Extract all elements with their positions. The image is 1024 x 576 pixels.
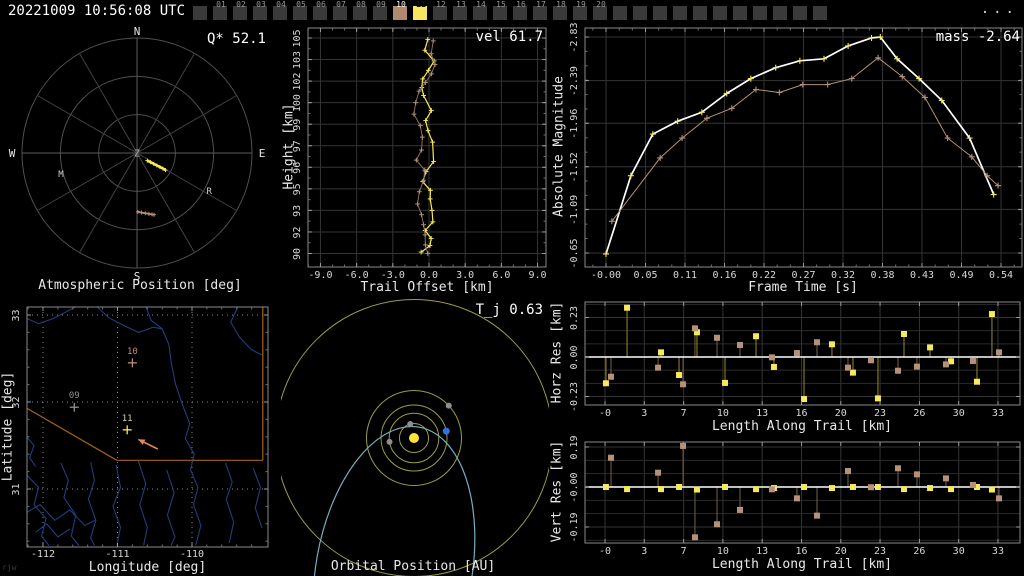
svg-text:-0: -0 [599,408,611,419]
svg-text:0.19: 0.19 [569,435,580,459]
svg-text:90: 90 [292,248,303,260]
svg-text:-110: -110 [180,549,204,560]
mass-annotation: mass -2.64 [935,29,1020,45]
svg-text:30: 30 [953,408,965,419]
frame-tab-number: 07 [336,0,346,9]
magnitude-y-axis-label: Absolute Magnitude [551,76,567,217]
frame-tab-number: 16 [516,0,526,9]
svg-text:13: 13 [756,408,768,419]
svg-text:0.23: 0.23 [569,306,580,330]
frame-tab-number: 05 [296,0,306,9]
svg-text:-1.09: -1.09 [569,195,580,225]
frame-tab-number: 10 [396,0,406,9]
svg-text:0.00: 0.00 [569,345,580,369]
svg-text:0.05: 0.05 [633,270,657,281]
vert-res-x-axis-label: Length Along Trail [km] [711,557,892,572]
svg-text:-1.96: -1.96 [569,109,580,139]
frame-tab-number: 13 [456,0,466,9]
frame-tab-number: 02 [236,0,246,9]
svg-text:-0.23: -0.23 [569,382,580,412]
svg-text:20: 20 [835,408,847,419]
svg-text:-0.65: -0.65 [569,238,580,268]
svg-text:-0.00: -0.00 [569,472,580,502]
frame-tab-number: 06 [316,0,326,9]
frame-tab-number: 15 [496,0,506,9]
svg-text:W: W [9,147,16,160]
svg-text:10: 10 [127,347,138,357]
svg-text:09: 09 [69,391,80,401]
meteor-analysis-app: { "header": { "clock": "20221009 10:56:0… [0,0,1024,576]
svg-text:92: 92 [292,226,303,238]
svg-text:16: 16 [796,408,808,419]
frame-tab-number: 04 [276,0,286,9]
svg-text:20: 20 [835,546,847,557]
frame-tab-number: 19 [576,0,586,9]
svg-text:26: 26 [913,546,925,557]
magnitude-x-axis-label: Frame Time [s] [748,280,858,295]
map-x-axis-label: Longitude [deg] [88,560,207,575]
svg-text:-112: -112 [31,549,55,560]
svg-text:105: 105 [292,29,303,47]
atmos-panel-title: Atmospheric Position [deg] [38,278,242,293]
vert-res-y-axis-label: Vert Res [km] [549,440,565,543]
horz-res-y-axis-label: Horz Res [km] [549,301,565,404]
frame-tab-number: 09 [376,0,386,9]
svg-text:M: M [58,170,64,180]
svg-text:33: 33 [992,546,1004,557]
svg-text:N: N [134,25,141,38]
velocity-annotation: vel 61.7 [475,29,543,45]
frame-tab-number: 11 [416,0,426,9]
svg-text:7: 7 [681,546,687,557]
svg-text:-2.83: -2.83 [569,22,580,52]
svg-text:Z: Z [134,149,140,160]
orbit-panel-title: Orbital Position [AU] [330,559,496,574]
frame-tab-number: 03 [256,0,266,9]
frame-tab-number: 08 [356,0,366,9]
frame-tab-number: 17 [536,0,546,9]
svg-text:-2.39: -2.39 [569,66,580,96]
svg-text:-0.19: -0.19 [569,512,580,542]
svg-text:23: 23 [874,408,886,419]
frame-tab-number: 12 [436,0,446,9]
svg-text:13: 13 [756,546,768,557]
svg-text:26: 26 [913,408,925,419]
svg-text:23: 23 [874,546,886,557]
horz-res-x-axis-label: Length Along Trail [km] [711,419,892,434]
svg-text:0.49: 0.49 [949,270,973,281]
svg-text:-0.00: -0.00 [591,270,621,281]
svg-text:16: 16 [796,546,808,557]
svg-text:7: 7 [681,408,687,419]
svg-text:-1.52: -1.52 [569,152,580,182]
svg-text:33: 33 [11,309,22,321]
frame-tab-number: 20 [596,0,606,9]
svg-text:30: 30 [953,546,965,557]
frame-tab-number: 01 [216,0,226,9]
svg-text:3: 3 [641,546,647,557]
svg-text:0.54: 0.54 [989,270,1013,281]
svg-text:10: 10 [717,408,729,419]
svg-text:3: 3 [641,408,647,419]
svg-text:E: E [259,147,266,160]
map-y-axis-label: Latitude [deg] [0,371,16,482]
svg-text:-111: -111 [105,549,129,560]
watermark: rjw [2,563,17,572]
svg-text:10: 10 [717,546,729,557]
trail-x-axis-label: Trail Offset [km] [360,280,494,295]
q-star-annotation: Q* 52.1 [206,31,266,47]
svg-text:R: R [207,187,213,197]
svg-text:11: 11 [122,414,133,424]
svg-text:103: 103 [292,51,303,69]
frame-tab-number: 14 [476,0,486,9]
trail-y-axis-label: Height [km] [281,103,297,190]
svg-text:33: 33 [992,408,1004,419]
frame-tab-number: 18 [556,0,566,9]
tisserand-annotation: T_j 0.63 [475,302,543,318]
svg-text:-0: -0 [599,546,611,557]
